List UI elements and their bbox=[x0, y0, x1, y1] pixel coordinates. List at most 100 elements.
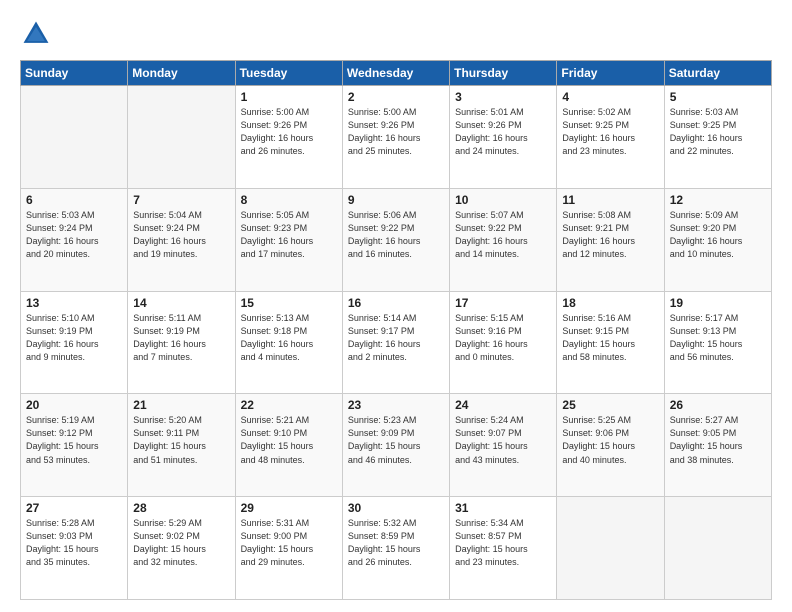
day-info: Sunrise: 5:21 AM Sunset: 9:10 PM Dayligh… bbox=[241, 414, 337, 466]
day-info: Sunrise: 5:03 AM Sunset: 9:24 PM Dayligh… bbox=[26, 209, 122, 261]
calendar-day-cell: 10 Sunrise: 5:07 AM Sunset: 9:22 PM Dayli… bbox=[450, 188, 557, 291]
calendar-day-cell: 17Sunrise: 5:15 AM Sunset: 9:16 PM Dayli… bbox=[450, 291, 557, 394]
calendar-day-cell bbox=[128, 86, 235, 189]
day-number: 29 bbox=[241, 501, 337, 515]
calendar-week-row: 1 Sunrise: 5:00 AM Sunset: 9:26 PM Daylig… bbox=[21, 86, 772, 189]
calendar-day-cell: 3 Sunrise: 5:01 AM Sunset: 9:26 PM Daylig… bbox=[450, 86, 557, 189]
day-number: 7 bbox=[133, 193, 229, 207]
calendar-day-cell: 20 Sunrise: 5:19 AM Sunset: 9:12 PM Dayli… bbox=[21, 394, 128, 497]
calendar-week-row: 27Sunrise: 5:28 AM Sunset: 9:03 PM Dayli… bbox=[21, 497, 772, 600]
day-info: Sunrise: 5:28 AM Sunset: 9:03 PM Dayligh… bbox=[26, 517, 122, 569]
day-info: Sunrise: 5:04 AM Sunset: 9:24 PM Dayligh… bbox=[133, 209, 229, 261]
day-info: Sunrise: 5:31 AM Sunset: 9:00 PM Dayligh… bbox=[241, 517, 337, 569]
header bbox=[20, 18, 772, 50]
day-number: 12 bbox=[670, 193, 766, 207]
logo-icon bbox=[20, 18, 52, 50]
page: SundayMondayTuesdayWednesdayThursdayFrid… bbox=[0, 0, 792, 612]
day-info: Sunrise: 5:01 AM Sunset: 9:26 PM Dayligh… bbox=[455, 106, 551, 158]
calendar-day-cell: 4 Sunrise: 5:02 AM Sunset: 9:25 PM Daylig… bbox=[557, 86, 664, 189]
day-info: Sunrise: 5:16 AM Sunset: 9:15 PM Dayligh… bbox=[562, 312, 658, 364]
day-info: Sunrise: 5:13 AM Sunset: 9:18 PM Dayligh… bbox=[241, 312, 337, 364]
day-info: Sunrise: 5:08 AM Sunset: 9:21 PM Dayligh… bbox=[562, 209, 658, 261]
day-info: Sunrise: 5:00 AM Sunset: 9:26 PM Dayligh… bbox=[241, 106, 337, 158]
day-number: 21 bbox=[133, 398, 229, 412]
day-number: 4 bbox=[562, 90, 658, 104]
weekday-header: Monday bbox=[128, 61, 235, 86]
logo bbox=[20, 18, 56, 50]
day-number: 11 bbox=[562, 193, 658, 207]
day-info: Sunrise: 5:00 AM Sunset: 9:26 PM Dayligh… bbox=[348, 106, 444, 158]
weekday-header: Friday bbox=[557, 61, 664, 86]
day-info: Sunrise: 5:05 AM Sunset: 9:23 PM Dayligh… bbox=[241, 209, 337, 261]
day-number: 15 bbox=[241, 296, 337, 310]
day-info: Sunrise: 5:03 AM Sunset: 9:25 PM Dayligh… bbox=[670, 106, 766, 158]
calendar-table: SundayMondayTuesdayWednesdayThursdayFrid… bbox=[20, 60, 772, 600]
calendar-day-cell: 26 Sunrise: 5:27 AM Sunset: 9:05 PM Dayli… bbox=[664, 394, 771, 497]
day-info: Sunrise: 5:24 AM Sunset: 9:07 PM Dayligh… bbox=[455, 414, 551, 466]
calendar-day-cell: 28Sunrise: 5:29 AM Sunset: 9:02 PM Dayli… bbox=[128, 497, 235, 600]
calendar-day-cell: 18Sunrise: 5:16 AM Sunset: 9:15 PM Dayli… bbox=[557, 291, 664, 394]
day-info: Sunrise: 5:27 AM Sunset: 9:05 PM Dayligh… bbox=[670, 414, 766, 466]
calendar-day-cell: 31 Sunrise: 5:34 AM Sunset: 8:57 PM Dayli… bbox=[450, 497, 557, 600]
day-info: Sunrise: 5:14 AM Sunset: 9:17 PM Dayligh… bbox=[348, 312, 444, 364]
weekday-header: Thursday bbox=[450, 61, 557, 86]
day-number: 13 bbox=[26, 296, 122, 310]
day-number: 20 bbox=[26, 398, 122, 412]
calendar-day-cell: 15 Sunrise: 5:13 AM Sunset: 9:18 PM Dayli… bbox=[235, 291, 342, 394]
day-info: Sunrise: 5:07 AM Sunset: 9:22 PM Dayligh… bbox=[455, 209, 551, 261]
weekday-header: Tuesday bbox=[235, 61, 342, 86]
calendar-week-row: 13 Sunrise: 5:10 AM Sunset: 9:19 PM Dayli… bbox=[21, 291, 772, 394]
weekday-header: Wednesday bbox=[342, 61, 449, 86]
calendar-day-cell: 9 Sunrise: 5:06 AM Sunset: 9:22 PM Daylig… bbox=[342, 188, 449, 291]
calendar-day-cell: 16 Sunrise: 5:14 AM Sunset: 9:17 PM Dayli… bbox=[342, 291, 449, 394]
calendar-day-cell bbox=[557, 497, 664, 600]
calendar-day-cell bbox=[21, 86, 128, 189]
day-number: 2 bbox=[348, 90, 444, 104]
day-number: 1 bbox=[241, 90, 337, 104]
day-info: Sunrise: 5:02 AM Sunset: 9:25 PM Dayligh… bbox=[562, 106, 658, 158]
day-number: 19 bbox=[670, 296, 766, 310]
calendar-day-cell bbox=[664, 497, 771, 600]
weekday-header: Sunday bbox=[21, 61, 128, 86]
day-number: 23 bbox=[348, 398, 444, 412]
day-number: 31 bbox=[455, 501, 551, 515]
calendar-day-cell: 21 Sunrise: 5:20 AM Sunset: 9:11 PM Dayli… bbox=[128, 394, 235, 497]
day-info: Sunrise: 5:11 AM Sunset: 9:19 PM Dayligh… bbox=[133, 312, 229, 364]
day-number: 10 bbox=[455, 193, 551, 207]
calendar-day-cell: 22 Sunrise: 5:21 AM Sunset: 9:10 PM Dayli… bbox=[235, 394, 342, 497]
day-number: 24 bbox=[455, 398, 551, 412]
day-number: 9 bbox=[348, 193, 444, 207]
calendar-day-cell: 23 Sunrise: 5:23 AM Sunset: 9:09 PM Dayli… bbox=[342, 394, 449, 497]
calendar-week-row: 6Sunrise: 5:03 AM Sunset: 9:24 PM Daylig… bbox=[21, 188, 772, 291]
day-number: 3 bbox=[455, 90, 551, 104]
calendar-day-cell: 29 Sunrise: 5:31 AM Sunset: 9:00 PM Dayli… bbox=[235, 497, 342, 600]
day-info: Sunrise: 5:23 AM Sunset: 9:09 PM Dayligh… bbox=[348, 414, 444, 466]
day-info: Sunrise: 5:09 AM Sunset: 9:20 PM Dayligh… bbox=[670, 209, 766, 261]
calendar-day-cell: 7 Sunrise: 5:04 AM Sunset: 9:24 PM Daylig… bbox=[128, 188, 235, 291]
day-info: Sunrise: 5:25 AM Sunset: 9:06 PM Dayligh… bbox=[562, 414, 658, 466]
day-info: Sunrise: 5:17 AM Sunset: 9:13 PM Dayligh… bbox=[670, 312, 766, 364]
day-info: Sunrise: 5:20 AM Sunset: 9:11 PM Dayligh… bbox=[133, 414, 229, 466]
calendar-day-cell: 2 Sunrise: 5:00 AM Sunset: 9:26 PM Daylig… bbox=[342, 86, 449, 189]
day-info: Sunrise: 5:34 AM Sunset: 8:57 PM Dayligh… bbox=[455, 517, 551, 569]
weekday-header: Saturday bbox=[664, 61, 771, 86]
calendar-day-cell: 24 Sunrise: 5:24 AM Sunset: 9:07 PM Dayli… bbox=[450, 394, 557, 497]
day-number: 16 bbox=[348, 296, 444, 310]
calendar-day-cell: 6Sunrise: 5:03 AM Sunset: 9:24 PM Daylig… bbox=[21, 188, 128, 291]
day-info: Sunrise: 5:19 AM Sunset: 9:12 PM Dayligh… bbox=[26, 414, 122, 466]
day-info: Sunrise: 5:06 AM Sunset: 9:22 PM Dayligh… bbox=[348, 209, 444, 261]
day-number: 26 bbox=[670, 398, 766, 412]
calendar-day-cell: 30 Sunrise: 5:32 AM Sunset: 8:59 PM Dayli… bbox=[342, 497, 449, 600]
day-number: 30 bbox=[348, 501, 444, 515]
day-info: Sunrise: 5:15 AM Sunset: 9:16 PM Dayligh… bbox=[455, 312, 551, 364]
calendar-day-cell: 8 Sunrise: 5:05 AM Sunset: 9:23 PM Daylig… bbox=[235, 188, 342, 291]
calendar-header-row: SundayMondayTuesdayWednesdayThursdayFrid… bbox=[21, 61, 772, 86]
day-number: 8 bbox=[241, 193, 337, 207]
day-number: 22 bbox=[241, 398, 337, 412]
calendar-day-cell: 25Sunrise: 5:25 AM Sunset: 9:06 PM Dayli… bbox=[557, 394, 664, 497]
day-info: Sunrise: 5:32 AM Sunset: 8:59 PM Dayligh… bbox=[348, 517, 444, 569]
day-info: Sunrise: 5:29 AM Sunset: 9:02 PM Dayligh… bbox=[133, 517, 229, 569]
day-info: Sunrise: 5:10 AM Sunset: 9:19 PM Dayligh… bbox=[26, 312, 122, 364]
calendar-day-cell: 13 Sunrise: 5:10 AM Sunset: 9:19 PM Dayli… bbox=[21, 291, 128, 394]
calendar-day-cell: 5Sunrise: 5:03 AM Sunset: 9:25 PM Daylig… bbox=[664, 86, 771, 189]
